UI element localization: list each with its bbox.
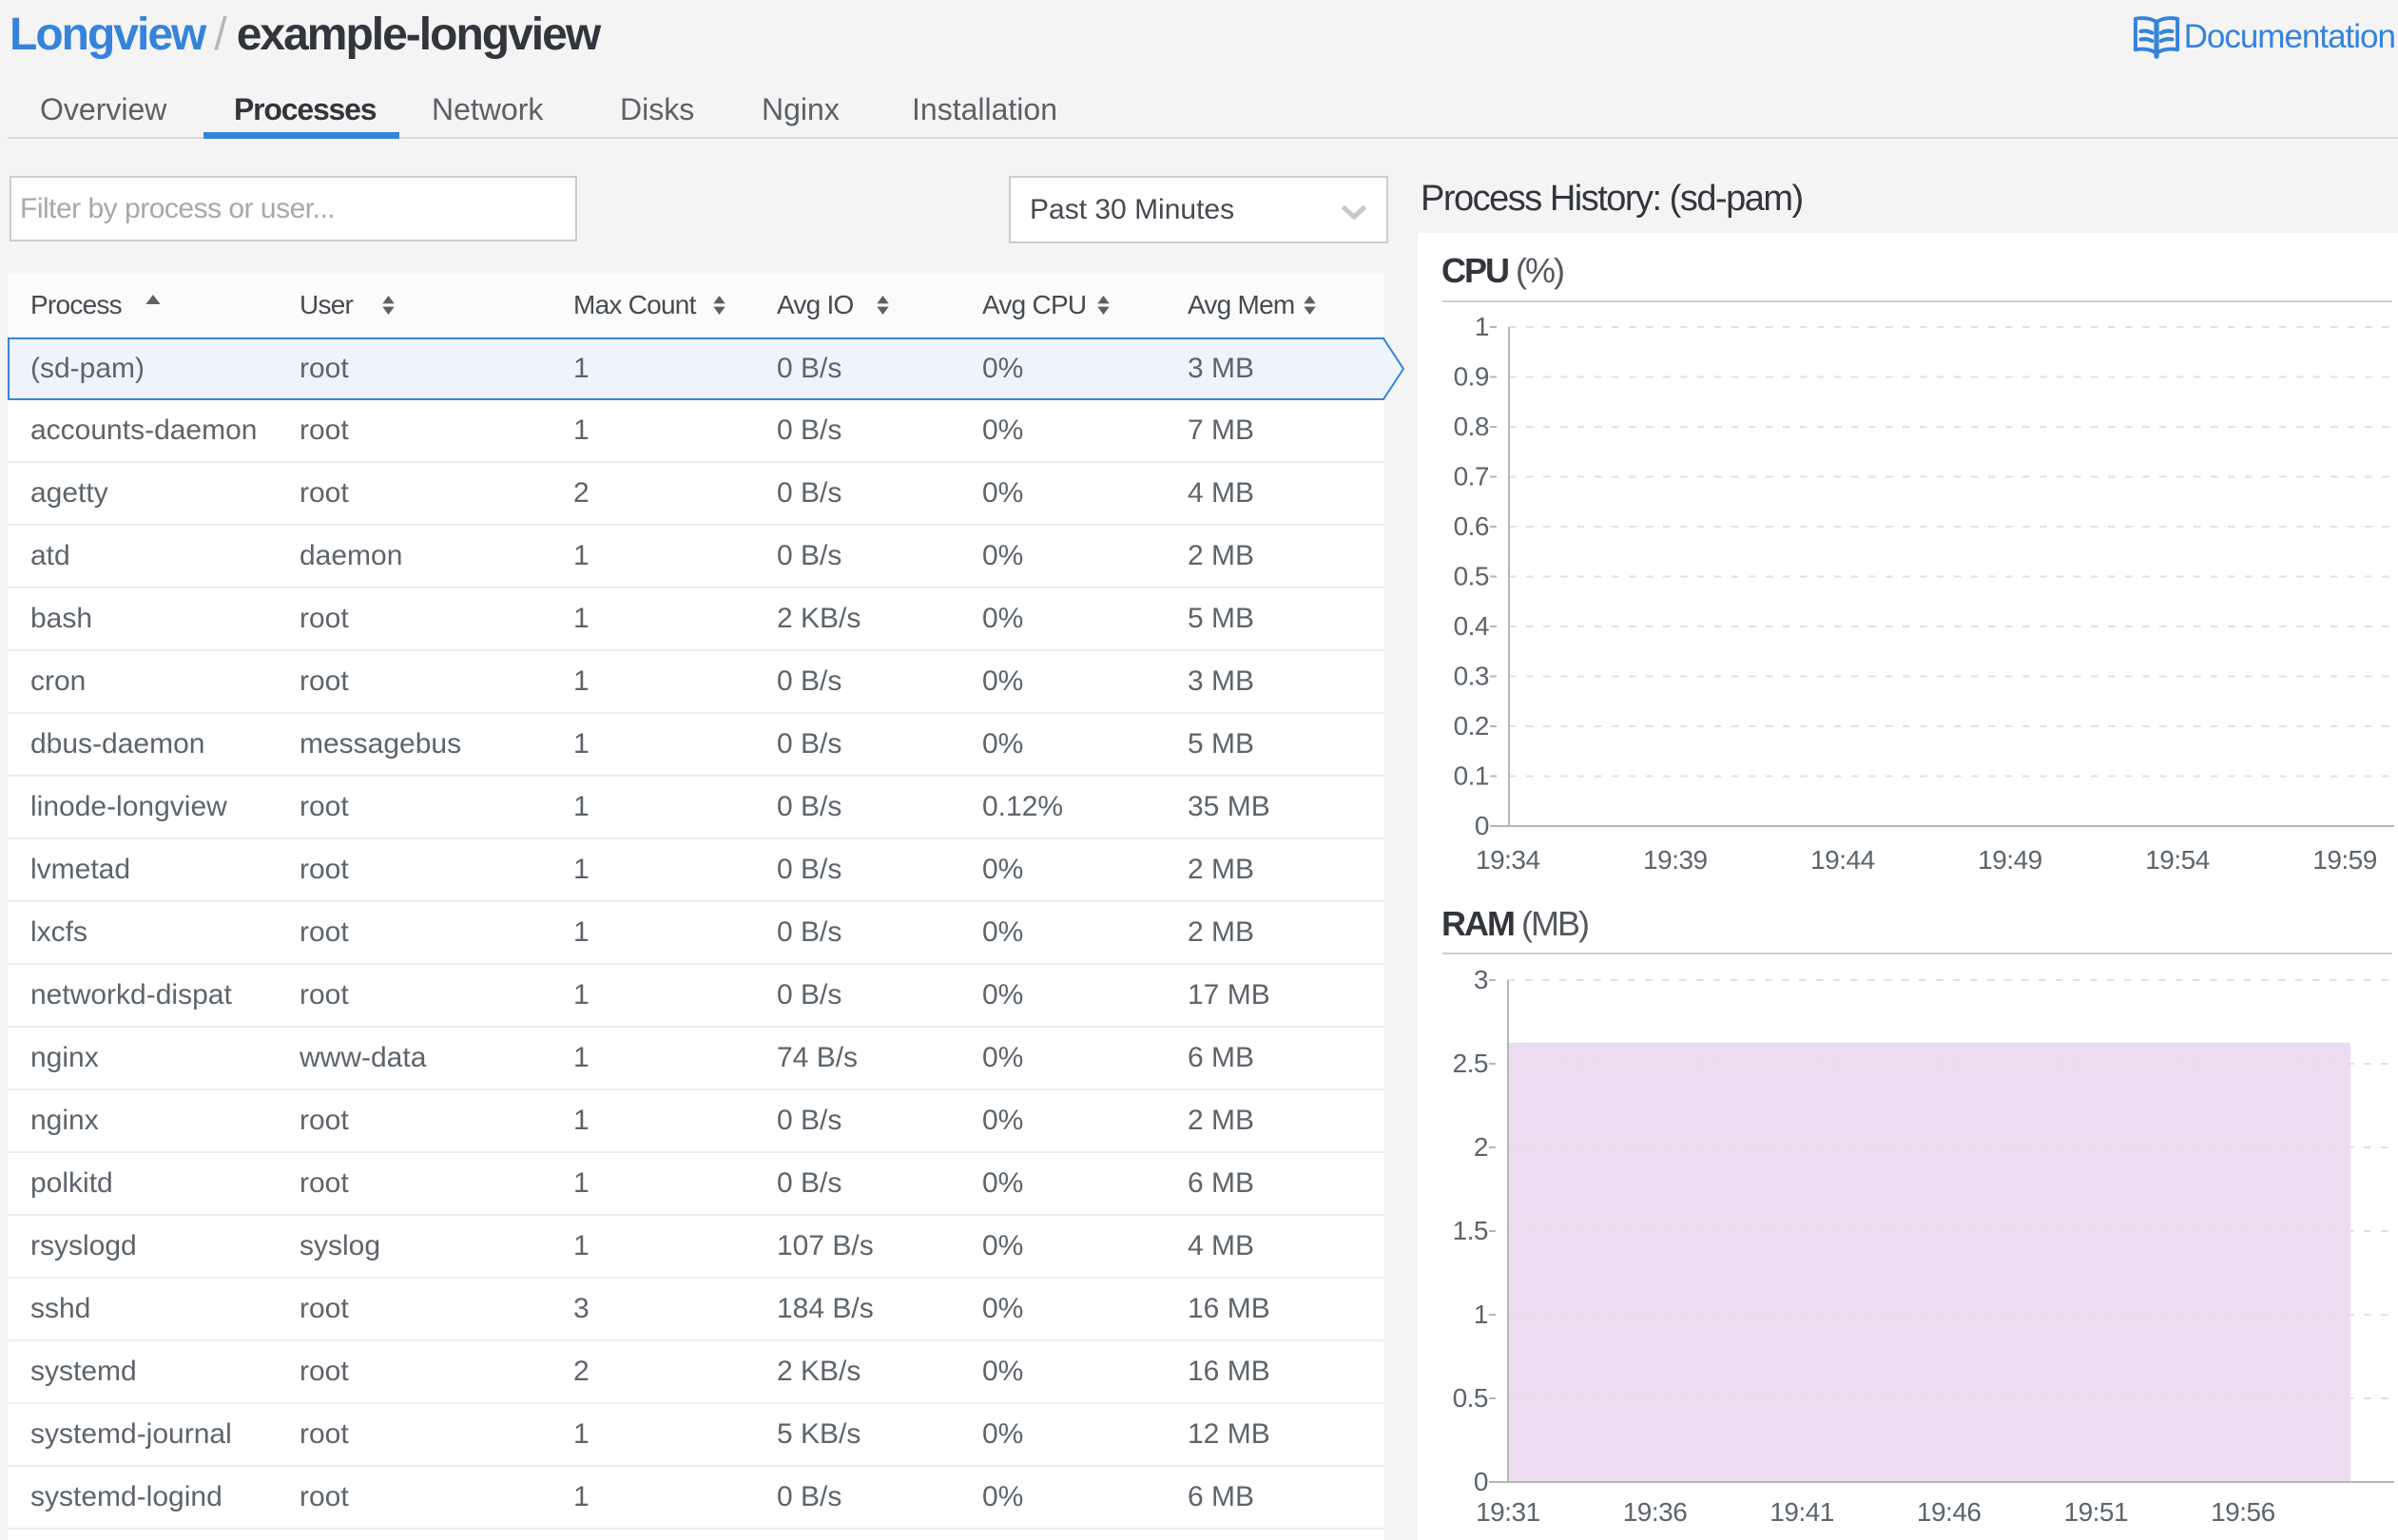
- svg-text:0.9: 0.9: [1454, 362, 1489, 392]
- svg-text:19:44: 19:44: [1810, 845, 1875, 875]
- svg-text:19:56: 19:56: [2211, 1497, 2275, 1527]
- svg-text:19:34: 19:34: [1476, 845, 1540, 875]
- svg-text:0.3: 0.3: [1454, 662, 1489, 691]
- svg-text:3: 3: [1474, 965, 1488, 994]
- svg-text:19:49: 19:49: [1978, 845, 2042, 875]
- svg-text:0.8: 0.8: [1454, 412, 1489, 441]
- svg-text:19:59: 19:59: [2312, 845, 2377, 875]
- svg-text:0: 0: [1474, 1467, 1488, 1496]
- svg-text:0.1: 0.1: [1454, 761, 1489, 791]
- svg-text:0: 0: [1475, 811, 1489, 840]
- svg-text:19:41: 19:41: [1769, 1497, 1834, 1527]
- svg-text:1: 1: [1474, 1299, 1488, 1329]
- svg-text:2: 2: [1474, 1132, 1488, 1162]
- svg-text:19:51: 19:51: [2064, 1497, 2129, 1527]
- svg-text:0.6: 0.6: [1454, 511, 1489, 541]
- svg-text:0.7: 0.7: [1454, 462, 1489, 491]
- svg-text:1.5: 1.5: [1453, 1216, 1488, 1245]
- svg-text:19:36: 19:36: [1623, 1497, 1688, 1527]
- svg-text:1: 1: [1475, 312, 1489, 341]
- svg-text:0.5: 0.5: [1454, 562, 1489, 591]
- svg-text:19:54: 19:54: [2145, 845, 2210, 875]
- svg-text:0.4: 0.4: [1454, 611, 1489, 641]
- svg-text:0.2: 0.2: [1454, 711, 1489, 741]
- svg-text:19:31: 19:31: [1476, 1497, 1540, 1527]
- svg-text:2.5: 2.5: [1453, 1049, 1488, 1078]
- svg-text:0.5: 0.5: [1453, 1383, 1488, 1413]
- svg-text:19:39: 19:39: [1643, 845, 1708, 875]
- svg-text:19:46: 19:46: [1917, 1497, 1982, 1527]
